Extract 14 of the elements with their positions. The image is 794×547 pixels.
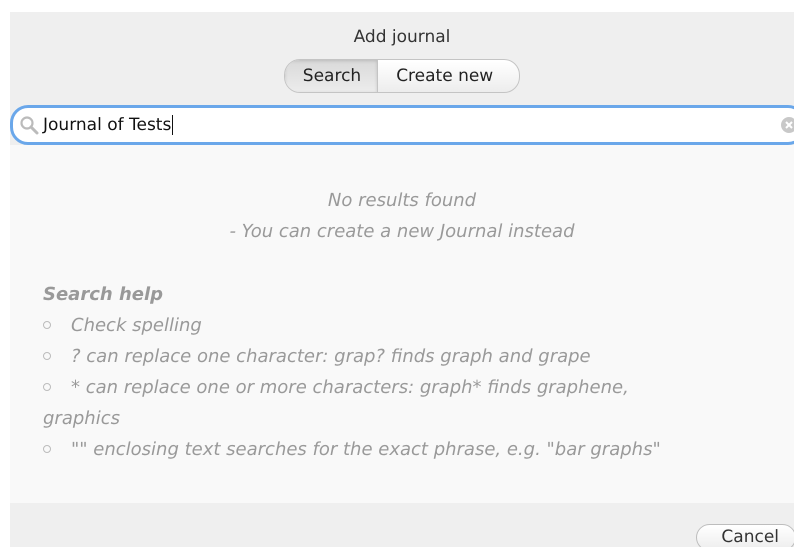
cancel-button[interactable]: Cancel: [696, 524, 794, 547]
help-item: "" enclosing text searches for the exact phrase, e.g. "bar graphs": [43, 434, 693, 465]
clear-icon[interactable]: [781, 117, 794, 133]
create-hint: - You can create a new Journal instead: [229, 220, 575, 244]
help-item: * can replace one or more characters: graph* finds graphene, graphics: [43, 376, 630, 431]
tab[interactable]: Search: [284, 60, 378, 92]
help-heading: Search help: [43, 283, 164, 307]
help-item: Check spelling: [43, 310, 693, 341]
help-item: ? can replace one character: grap? finds graph and grape: [43, 341, 693, 372]
tab[interactable]: Create new: [378, 60, 520, 92]
search-field[interactable]: Journal of Tests: [10, 105, 794, 145]
dialog-title: Add journal: [354, 26, 450, 49]
no-results-message: No results found: [328, 189, 476, 213]
search-icon: [19, 115, 39, 135]
